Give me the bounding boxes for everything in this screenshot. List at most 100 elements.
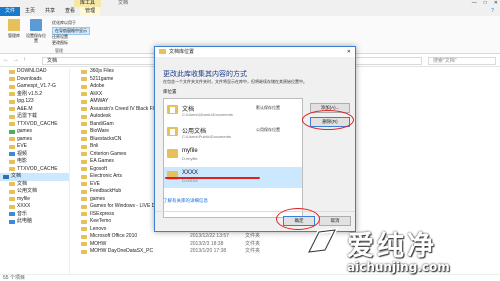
up-arrow-icon[interactable]: ↑ [23,57,26,63]
folder-icon [81,167,87,172]
folder-icon [81,144,87,149]
sidebar-item[interactable]: 迅雷下载 [0,113,69,121]
file-date: 2013/2/3 18:38 [190,240,224,247]
learn-more-link[interactable]: 了解有关库的详细信息 [163,198,208,204]
help-icon[interactable]: ? [491,7,494,16]
sidebar-item[interactable]: 视频 [0,151,69,159]
location-tag: 公用保存位置 [256,127,280,132]
folder-icon [9,204,15,209]
sidebar-item-label: TTXVOD_CACHE [17,120,58,127]
sidebar-item[interactable]: TTXVOD_CACHE [0,121,69,129]
file-type: 文件夹 [245,248,261,254]
context-tab-library-tools[interactable]: 库工具 [74,0,102,7]
sidebar-item[interactable]: 金刚 v1.5.2 [0,91,69,99]
location-name: XXXX [182,170,199,176]
folder-icon [81,189,87,194]
documents-folder-icon [167,127,178,136]
sidebar-item[interactable]: TTXVOD_CACHE [0,166,69,174]
sidebar-item[interactable]: 文档 [0,173,69,181]
ribbon-tabs: 文件 主页 共享 查看 管理 ? [0,7,500,16]
sidebar-item[interactable]: 文档 [0,181,69,189]
sidebar-item-label: 视频 [17,150,28,157]
add-location-button[interactable]: 添加(A)... [310,103,350,113]
tab-share[interactable]: 共享 [40,7,60,16]
sidebar-item-label: XXXX [17,203,31,209]
folder-icon [9,189,15,194]
close-button[interactable]: ✕ [494,0,498,7]
sidebar-item[interactable]: 此电脑 [0,218,69,226]
change-icon-button[interactable]: 更改图标 [52,40,68,46]
file-name: MOHW [90,240,107,247]
sidebar-item[interactable]: 电影 [0,158,69,166]
location-tag: 默认保存位置 [256,105,280,110]
sidebar-item[interactable]: Downloads [0,76,69,84]
folder-icon [9,144,15,149]
folder-icon [81,242,87,247]
folder-icon [81,107,87,112]
sidebar-item[interactable]: games [0,128,69,136]
location-item[interactable]: 文档 C:\Users\Ubuntu\Documents 默认保存位置 [164,101,302,122]
tab-view[interactable]: 查看 [60,7,80,16]
library-locations-dialog: 文档库位置 ✕ 更改此库收集其内容的方式 在包含一个文件夹文件夹时，文件将显示在… [154,46,356,232]
file-type: 文件夹 [245,233,261,239]
ribbon-group-label: 管理 [55,48,63,53]
folder-icon [81,77,87,82]
sidebar-item-label: Ipg.123 [17,98,34,104]
tab-manage[interactable]: 管理 [80,7,101,16]
minimize-button[interactable]: — [472,0,477,7]
file-type: 文件夹 [245,240,261,247]
file-date: 2013/12/22 13:57 [190,233,229,239]
sidebar-item-label: 文档 [17,180,28,187]
sidebar-item[interactable]: EVE [0,143,69,151]
folder-icon [81,137,87,142]
sidebar-item[interactable]: 公用文档 [0,188,69,196]
remove-location-button[interactable]: 删除(R) [310,117,350,127]
tab-file[interactable]: 文件 [0,7,21,16]
location-item-selected[interactable]: XXXX D:\XXXX [164,167,302,188]
file-date: 2013/1/20 17:38 [190,248,227,254]
folder-icon [81,114,87,119]
sidebar-item[interactable]: XXXX [0,203,69,211]
sidebar-item[interactable]: myfile [0,196,69,204]
set-save-location-label: 设置保存位置 [26,33,46,43]
folder-icon [9,122,15,127]
location-item[interactable]: 公用文档 C:\Users\Public\Documents 公用保存位置 [164,123,302,144]
sidebar-item[interactable]: Gamespt_V1.7-G [0,83,69,91]
folder-icon [167,149,178,158]
dialog-close-button[interactable]: ✕ [347,47,351,57]
forward-arrow-icon[interactable]: → [13,57,19,63]
documents-folder-icon [167,105,178,114]
search-input[interactable]: 搜索"文档" [428,57,496,65]
folder-icon [9,182,15,187]
sidebar-item[interactable]: games [0,136,69,144]
nav-buttons: ← → ↑ [3,57,26,63]
dialog-description: 在包含一个文件夹文件夹时，文件将显示在库中，但将继续存储在其原始位置中。 [163,79,307,84]
optimize-library-dropdown[interactable]: 优化库以用于 [52,20,76,26]
maximize-button[interactable]: □ [484,0,487,7]
folder-icon [81,99,87,104]
sidebar-item-label: games [17,128,33,134]
sidebar-item[interactable]: Ipg.123 [0,98,69,106]
sidebar-item-label: myfile [17,195,31,202]
manage-library-button[interactable]: 管理库 [4,19,24,38]
sidebar-item[interactable]: A&E.M [0,106,69,114]
folder-icon [9,152,15,157]
location-item[interactable]: myfile D:\myfile [164,145,302,166]
sidebar-item[interactable]: 音乐 [0,211,69,219]
folder-icon [81,249,87,254]
folder-icon [9,159,15,164]
folder-icon [9,92,15,97]
back-arrow-icon[interactable]: ← [3,57,9,63]
tab-home[interactable]: 主页 [20,7,40,16]
folder-icon [9,167,15,172]
save-location-icon [30,19,42,31]
sidebar-item[interactable]: DOWNLOAD [0,68,69,76]
folder-icon [81,69,87,74]
window-title: 文档 [118,0,129,6]
folder-icon [81,219,87,224]
folder-icon [81,234,87,239]
location-name: myfile [182,148,198,154]
library-locations-label: 库位置 [163,89,177,94]
folder-icon [3,174,9,179]
set-save-location-button[interactable]: 设置保存位置 [26,19,46,43]
